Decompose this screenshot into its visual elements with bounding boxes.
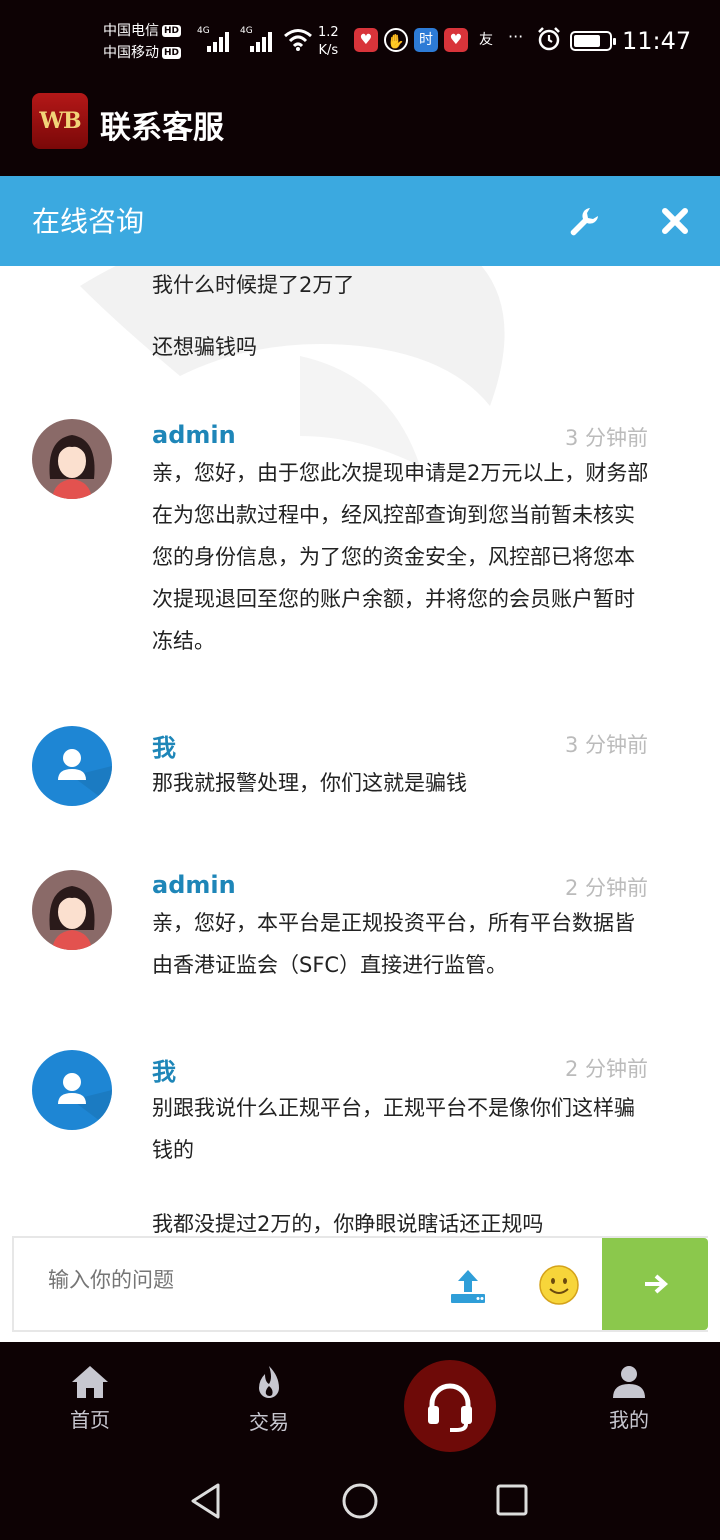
message-text: 亲，您好，由于您此次提现申请是2万元以上，财务部在为您出款过程中，经风控部查询到… xyxy=(152,461,649,653)
battery-icon xyxy=(570,31,616,51)
wrench-icon[interactable] xyxy=(566,204,602,240)
time-app-icon: 时 xyxy=(414,28,438,52)
message-input[interactable] xyxy=(48,1268,428,1292)
message-sender: admin xyxy=(152,421,236,449)
hd-badge: HD xyxy=(162,47,182,59)
network-speed: 1.2 K/s xyxy=(318,25,339,58)
user-avatar xyxy=(32,1050,112,1130)
clock: 11:47 xyxy=(622,27,692,55)
recents-icon[interactable] xyxy=(494,1482,530,1518)
upload-icon[interactable] xyxy=(448,1266,488,1306)
message-time: 3 分钟前 xyxy=(564,426,648,450)
headset-icon xyxy=(428,1383,472,1432)
message-text: 我什么时候提了2万了 xyxy=(152,273,355,297)
status-bar: 中国电信 HD 中国移动 HD 4G 4G 1.2 K/s ♥ ✋ 时 ♥ 友 ··… xyxy=(0,0,720,82)
close-icon[interactable] xyxy=(656,202,694,240)
hand-app-icon: ✋ xyxy=(384,28,408,52)
message-time: 2 分钟前 xyxy=(564,876,648,900)
bottom-nav: 首页 交易 我的 xyxy=(0,1342,720,1460)
customer-service-button[interactable] xyxy=(404,1360,496,1452)
admin-avatar xyxy=(32,870,112,950)
message-text: 那我就报警处理，你们这就是骗钱 xyxy=(152,771,467,795)
app-logo: WB xyxy=(32,93,88,149)
message-text: 亲，您好，本平台是正规投资平台，所有平台数据皆由香港证监会（SFC）直接进行监管… xyxy=(152,911,635,977)
nav-home-label: 首页 xyxy=(70,1408,110,1432)
carrier-info: 中国电信 HD 中国移动 HD xyxy=(103,20,182,64)
message-sender: 我 xyxy=(152,1058,176,1086)
notification-icons: ♥ ✋ 时 ♥ 友 xyxy=(354,28,498,54)
send-button[interactable] xyxy=(602,1238,708,1330)
more-notifications: ··· xyxy=(508,27,524,46)
message-time: 2 分钟前 xyxy=(564,1057,648,1081)
admin-avatar xyxy=(32,419,112,499)
emoji-icon[interactable] xyxy=(538,1264,580,1306)
home-circle-icon[interactable] xyxy=(341,1482,379,1520)
nav-home[interactable]: 首页 xyxy=(45,1364,135,1433)
nav-trade-label: 交易 xyxy=(249,1410,289,1434)
message-text: 还想骗钱吗 xyxy=(152,335,257,359)
chat-header: 在线咨询 xyxy=(0,176,720,266)
carrier-2: 中国移动 xyxy=(103,45,159,61)
nav-mine-label: 我的 xyxy=(609,1408,649,1432)
chat-messages[interactable]: 我什么时候提了2万了 还想骗钱吗 admin 3 分钟前 亲，您好，由于您此次提… xyxy=(0,266,720,1236)
hd-badge: HD xyxy=(162,25,182,37)
user-icon xyxy=(613,1366,645,1398)
heart-app-icon: ♥ xyxy=(444,28,468,52)
user-avatar xyxy=(32,726,112,806)
nav-mine[interactable]: 我的 xyxy=(584,1364,674,1433)
carrier-1: 中国电信 xyxy=(103,23,159,39)
arrow-right-icon xyxy=(645,1274,669,1294)
wifi-icon xyxy=(284,29,312,51)
nav-trade[interactable]: 交易 xyxy=(224,1364,314,1435)
home-icon xyxy=(72,1366,108,1398)
heart-app-icon: ♥ xyxy=(354,28,378,52)
friend-app-icon: 友 xyxy=(479,32,493,48)
flame-icon xyxy=(259,1366,279,1398)
page-title: 联系客服 xyxy=(100,110,224,146)
message-text: 我都没提过2万的，你睁眼说瞎话还正规吗 xyxy=(152,1212,544,1236)
message-text: 别跟我说什么正规平台，正规平台不是像你们这样骗钱的 xyxy=(152,1096,635,1162)
chat-title: 在线咨询 xyxy=(32,205,145,238)
back-icon[interactable] xyxy=(188,1482,224,1520)
app-header: WB 联系客服 xyxy=(0,82,720,176)
system-nav-bar xyxy=(0,1460,720,1540)
message-sender: 我 xyxy=(152,734,176,762)
alarm-icon xyxy=(538,27,560,51)
message-sender: admin xyxy=(152,871,236,899)
message-time: 3 分钟前 xyxy=(564,733,648,757)
